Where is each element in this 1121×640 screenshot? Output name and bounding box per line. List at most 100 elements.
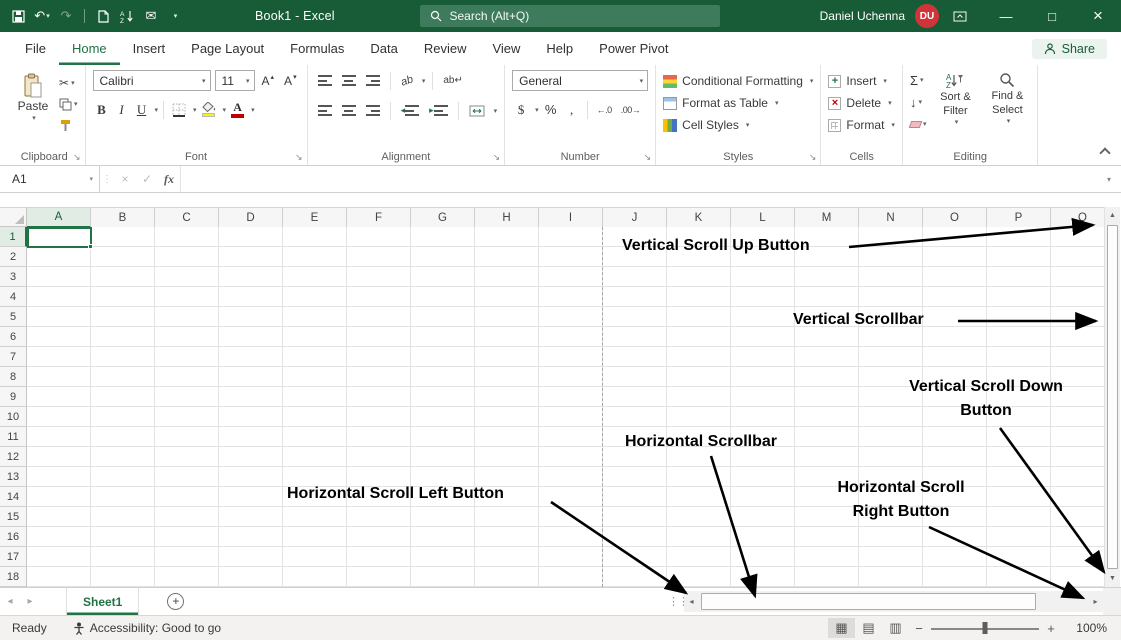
- middle-align-button[interactable]: [339, 70, 359, 91]
- enter-formula-icon[interactable]: ✓: [136, 166, 158, 192]
- column-header-Q[interactable]: Q: [1051, 208, 1104, 227]
- row-header-16[interactable]: 16: [0, 527, 27, 547]
- column-header-B[interactable]: B: [91, 208, 155, 227]
- row-header-15[interactable]: 15: [0, 507, 27, 527]
- customize-quick-access-icon[interactable]: ▾: [165, 5, 185, 27]
- autosum-button[interactable]: Σ▾: [910, 70, 927, 90]
- font-name-select[interactable]: Calibri▾: [93, 70, 211, 91]
- row-header-18[interactable]: 18: [0, 567, 27, 587]
- sort-az-icon[interactable]: AZ: [117, 5, 137, 27]
- fill-color-button[interactable]: [199, 99, 219, 120]
- close-button[interactable]: ×: [1075, 0, 1121, 32]
- column-header-I[interactable]: I: [539, 208, 603, 227]
- align-right-button[interactable]: [363, 100, 383, 121]
- vertical-scrollbar-thumb[interactable]: [1107, 225, 1118, 569]
- zoom-slider-thumb[interactable]: [983, 622, 988, 634]
- tab-data[interactable]: Data: [357, 32, 410, 65]
- increase-decimal-button[interactable]: ←.0: [594, 99, 615, 120]
- comma-style-button[interactable]: ,: [563, 99, 581, 120]
- sort-filter-button[interactable]: AZ Sort & Filter▾: [932, 70, 978, 134]
- new-sheet-button[interactable]: +: [167, 593, 184, 610]
- row-header-14[interactable]: 14: [0, 487, 27, 507]
- align-center-button[interactable]: [339, 100, 359, 121]
- number-dialog-launcher[interactable]: ↘: [644, 153, 652, 162]
- collapse-ribbon-icon[interactable]: [1099, 147, 1110, 158]
- horizontal-scrollbar[interactable]: ◂ ▸: [684, 591, 1103, 612]
- select-all-corner[interactable]: [0, 207, 27, 227]
- tab-power-pivot[interactable]: Power Pivot: [586, 32, 681, 65]
- insert-function-icon[interactable]: fx: [158, 166, 180, 192]
- page-break-preview-button[interactable]: ▥: [882, 618, 909, 638]
- wrap-text-button[interactable]: ab↵: [440, 70, 466, 91]
- sheet-nav-left-icon[interactable]: ◂: [0, 596, 20, 607]
- font-size-select[interactable]: 11▾: [215, 70, 255, 91]
- merge-center-button[interactable]: [466, 100, 488, 121]
- row-header-3[interactable]: 3: [0, 267, 27, 287]
- underline-button[interactable]: U: [133, 99, 151, 120]
- clipboard-dialog-launcher[interactable]: ↘: [73, 153, 81, 162]
- row-header-9[interactable]: 9: [0, 387, 27, 407]
- formula-bar-splitter[interactable]: ⋮: [100, 166, 114, 192]
- italic-button[interactable]: I: [113, 99, 131, 120]
- conditional-formatting-button[interactable]: Conditional Formatting▾: [663, 70, 813, 92]
- alignment-dialog-launcher[interactable]: ↘: [493, 153, 501, 162]
- row-header-12[interactable]: 12: [0, 447, 27, 467]
- row-header-5[interactable]: 5: [0, 307, 27, 327]
- share-button[interactable]: Share: [1032, 39, 1107, 59]
- horizontal-scrollbar-thumb[interactable]: [701, 593, 1036, 610]
- copy-button[interactable]: ▾: [59, 95, 78, 113]
- percent-style-button[interactable]: %: [542, 99, 560, 120]
- column-header-A[interactable]: A: [27, 208, 91, 227]
- column-header-O[interactable]: O: [923, 208, 987, 227]
- orientation-button[interactable]: ab: [398, 70, 416, 91]
- clear-button[interactable]: ▾: [910, 114, 927, 134]
- fill-handle[interactable]: [88, 244, 93, 249]
- tab-help[interactable]: Help: [533, 32, 586, 65]
- row-header-11[interactable]: 11: [0, 427, 27, 447]
- fill-button[interactable]: ↓▾: [910, 92, 927, 112]
- insert-cells-button[interactable]: Insert▾: [828, 70, 895, 92]
- page-layout-view-button[interactable]: ▤: [855, 618, 882, 638]
- format-as-table-button[interactable]: Format as Table▾: [663, 92, 813, 114]
- cell-styles-button[interactable]: Cell Styles▾: [663, 114, 813, 136]
- accounting-format-button[interactable]: $: [512, 99, 530, 120]
- accessibility-status[interactable]: Accessibility: Good to go: [73, 621, 221, 635]
- tab-home[interactable]: Home: [59, 32, 120, 65]
- decrease-indent-button[interactable]: ◂: [398, 100, 423, 121]
- number-format-select[interactable]: General▾: [512, 70, 648, 91]
- column-header-D[interactable]: D: [219, 208, 283, 227]
- font-dialog-launcher[interactable]: ↘: [295, 153, 303, 162]
- email-icon[interactable]: ✉: [141, 5, 161, 27]
- zoom-slider[interactable]: [931, 618, 1039, 638]
- minimize-button[interactable]: —: [983, 0, 1029, 32]
- column-header-K[interactable]: K: [667, 208, 731, 227]
- avatar[interactable]: DU: [915, 4, 939, 28]
- find-select-button[interactable]: Find & Select▾: [984, 70, 1030, 134]
- increase-font-size-button[interactable]: A▴: [259, 70, 278, 91]
- tab-view[interactable]: View: [479, 32, 533, 65]
- borders-button[interactable]: [169, 99, 189, 120]
- zoom-percent[interactable]: 100%: [1061, 621, 1107, 635]
- horizontal-scrollbar-track[interactable]: [699, 591, 1088, 612]
- column-header-P[interactable]: P: [987, 208, 1051, 227]
- column-header-L[interactable]: L: [731, 208, 795, 227]
- tab-page-layout[interactable]: Page Layout: [178, 32, 277, 65]
- format-painter-button[interactable]: [59, 116, 78, 134]
- column-header-F[interactable]: F: [347, 208, 411, 227]
- sheet-nav-right-icon[interactable]: ▸: [20, 596, 40, 607]
- status-ready[interactable]: Ready: [12, 621, 47, 635]
- font-color-button[interactable]: A: [228, 99, 247, 120]
- align-left-button[interactable]: [315, 100, 335, 121]
- delete-cells-button[interactable]: Delete▾: [828, 92, 895, 114]
- paste-button[interactable]: Paste ▾: [11, 70, 55, 134]
- horizontal-scroll-left-button[interactable]: ◂: [684, 591, 699, 612]
- decrease-decimal-button[interactable]: .00→: [618, 99, 644, 120]
- vertical-scroll-down-button[interactable]: ▼: [1105, 570, 1120, 587]
- row-header-6[interactable]: 6: [0, 327, 27, 347]
- cell-grid[interactable]: [27, 227, 1104, 587]
- row-header-17[interactable]: 17: [0, 547, 27, 567]
- save-icon[interactable]: [8, 5, 28, 27]
- column-header-C[interactable]: C: [155, 208, 219, 227]
- cut-button[interactable]: ✂▾: [59, 74, 78, 92]
- vertical-scroll-up-button[interactable]: ▲: [1105, 207, 1120, 224]
